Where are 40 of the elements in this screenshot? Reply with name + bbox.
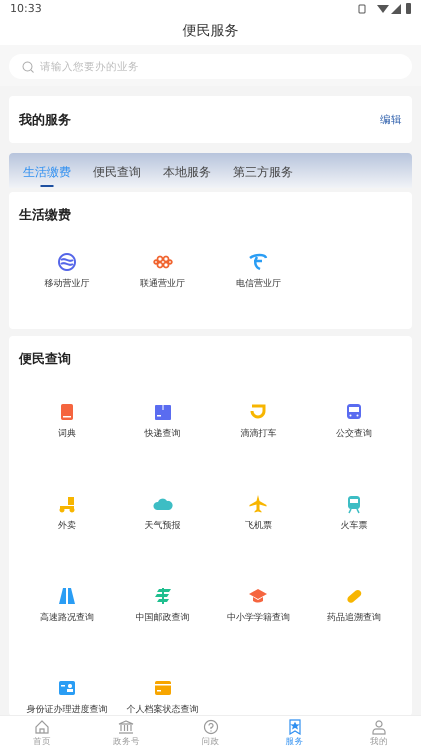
section-title: 便民查询 — [19, 352, 71, 367]
tab[interactable]: 便民查询 — [93, 154, 141, 187]
service-item[interactable]: 中国邮政查询 — [114, 586, 210, 624]
stripes-icon — [152, 586, 173, 606]
person-icon — [370, 718, 387, 734]
service-item[interactable]: 公交查询 — [306, 402, 402, 440]
question-icon — [202, 718, 218, 734]
section-title: 我的服务 — [19, 112, 71, 128]
service-item[interactable]: 外卖 — [19, 494, 115, 532]
service-item[interactable]: 联通营业厅 — [114, 252, 210, 290]
search-icon — [22, 60, 34, 72]
service-item[interactable]: 滴滴打车 — [210, 402, 306, 440]
tab[interactable]: 本地服务 — [163, 154, 211, 187]
rings-icon — [56, 252, 77, 272]
airplane-icon — [248, 494, 268, 514]
card-icon — [152, 678, 173, 698]
package-icon — [152, 402, 173, 422]
service-item[interactable]: 天气预报 — [114, 494, 210, 532]
edit-link[interactable]: 编辑 — [380, 112, 402, 126]
service-item[interactable]: 火车票 — [306, 494, 402, 532]
service-item[interactable]: 电信营业厅 — [210, 252, 306, 290]
status-icons — [357, 2, 413, 14]
service-item[interactable]: 药品追溯查询 — [306, 586, 402, 624]
page-title: 便民服务 — [182, 22, 238, 40]
service-item[interactable]: 移动营业厅 — [19, 252, 115, 290]
section-title: 生活缴费 — [19, 208, 71, 223]
search-field[interactable]: 请输入您要办的业务 — [9, 54, 412, 79]
status-time: 10:33 — [10, 2, 42, 14]
service-item[interactable]: 中小学学籍查询 — [210, 586, 306, 624]
home-icon — [34, 718, 50, 734]
tab[interactable]: 第三方服务 — [233, 154, 293, 187]
id-card-icon — [56, 678, 77, 698]
bank-icon — [118, 718, 134, 734]
swirl-icon — [248, 252, 268, 272]
service-item[interactable]: 高速路况查询 — [19, 586, 115, 624]
bookmark-star-icon — [286, 718, 303, 734]
service-item[interactable]: 词典 — [19, 402, 115, 440]
road-icon — [56, 586, 77, 606]
service-item[interactable]: 快递查询 — [114, 402, 210, 440]
service-item[interactable]: 飞机票 — [210, 494, 306, 532]
